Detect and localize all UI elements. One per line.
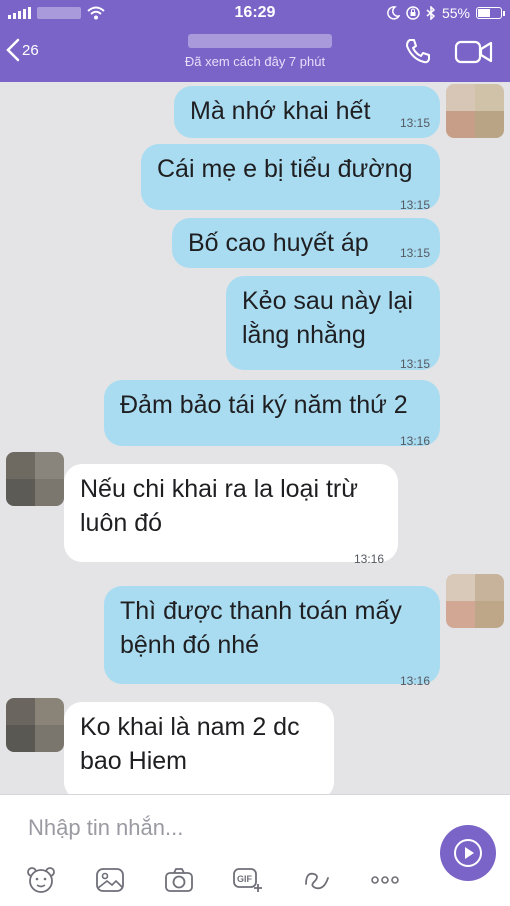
message-bubble-incoming[interactable]: Ko khai là nam 2 dc bao Hiem 13:16 xyxy=(64,702,334,806)
message-time: 13:16 xyxy=(353,552,384,566)
message-text: luôn đó xyxy=(80,509,163,537)
battery-icon xyxy=(476,7,505,19)
message-text: Cái mẹ e bị tiểu đường xyxy=(157,155,413,183)
message-text: Đảm bảo tái ký năm thứ 2 xyxy=(120,391,408,419)
message-time: 13:15 xyxy=(399,357,430,371)
moon-icon xyxy=(387,6,400,20)
message-bubble-incoming[interactable]: Nếu chi khai ra la loại trừ luôn đó 13:1… xyxy=(64,464,398,566)
battery-percent: 55% xyxy=(441,5,470,21)
avatar-self xyxy=(446,84,504,138)
message-bubble-outgoing[interactable]: Kẻo sau này lại lằng nhằng 13:15 xyxy=(226,276,440,371)
message-text: lằng nhằng xyxy=(242,321,366,349)
avatar-contact xyxy=(6,698,64,752)
battery-fill xyxy=(478,9,490,17)
send-voice-icon[interactable] xyxy=(440,825,496,881)
phone-icon[interactable] xyxy=(404,37,432,65)
message-list[interactable]: Mà nhớ khai hết 13:15 Cái mẹ e bị tiểu đ… xyxy=(0,82,510,806)
avatar-contact xyxy=(6,452,64,506)
message-time: 13:16 xyxy=(399,674,430,688)
svg-text:GIF: GIF xyxy=(237,874,253,884)
message-text: bao Hiem xyxy=(80,747,187,775)
message-text: Kẻo sau này lại xyxy=(242,287,413,315)
contact-name-blurred[interactable] xyxy=(188,34,332,48)
message-text: Nếu chi khai ra la loại trừ xyxy=(80,475,358,503)
message-text: Bố cao huyết áp xyxy=(188,229,369,257)
last-seen-status: Đã xem cách đây 7 phút xyxy=(184,54,326,69)
more-icon[interactable] xyxy=(370,866,400,894)
message-time: 13:15 xyxy=(399,246,430,260)
status-bar: 16:29 55% xyxy=(0,0,510,26)
message-bubble-outgoing[interactable]: Thì được thanh toán mấy bệnh đó nhé 13:1… xyxy=(104,586,440,688)
avatar-self xyxy=(446,574,504,628)
doodle-icon[interactable] xyxy=(302,866,332,894)
video-camera-icon[interactable] xyxy=(454,39,494,65)
message-bubble-outgoing[interactable]: Đảm bảo tái ký năm thứ 2 13:16 xyxy=(104,380,440,448)
message-bubble-outgoing[interactable]: Mà nhớ khai hết 13:15 xyxy=(174,86,440,138)
message-text: Thì được thanh toán mấy xyxy=(120,597,402,625)
status-right: 55% xyxy=(386,5,505,21)
lock-rotation-icon xyxy=(406,6,420,20)
message-time: 13:15 xyxy=(399,198,430,212)
gallery-icon[interactable] xyxy=(95,866,125,894)
message-text: Mà nhớ khai hết xyxy=(190,97,371,125)
nav-bar: 26 Đã xem cách đây 7 phút xyxy=(0,28,510,82)
message-time: 13:15 xyxy=(399,116,430,130)
sticker-bear-icon[interactable] xyxy=(26,866,56,894)
message-text: Ko khai là nam 2 dc xyxy=(80,713,300,741)
send-triangle xyxy=(465,847,474,859)
message-bubble-outgoing[interactable]: Cái mẹ e bị tiểu đường 13:15 xyxy=(141,144,440,212)
bluetooth-icon xyxy=(426,6,436,20)
camera-icon[interactable] xyxy=(164,866,194,894)
message-time: 13:16 xyxy=(399,434,430,448)
chat-header: 16:29 55% 26 Đã xem cách đây 7 phút xyxy=(0,0,510,82)
message-text: bệnh đó nhé xyxy=(120,631,260,659)
message-bubble-outgoing[interactable]: Bố cao huyết áp 13:15 xyxy=(172,218,440,268)
message-input[interactable]: Nhập tin nhắn... xyxy=(28,815,183,841)
gif-icon[interactable]: GIF xyxy=(232,866,264,894)
